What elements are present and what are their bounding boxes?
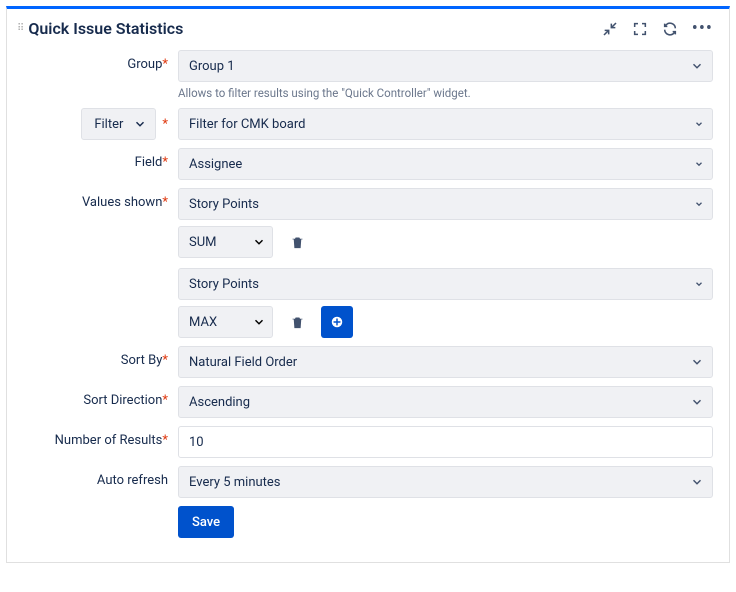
field-select[interactable]: Assignee <box>178 148 713 180</box>
chevron-down-icon <box>133 117 147 131</box>
value-field-select-2[interactable]: Story Points <box>178 268 713 300</box>
header-actions: ••• <box>602 21 713 37</box>
chevron-down-icon <box>252 315 266 329</box>
sort-by-select[interactable]: Natural Field Order <box>178 346 713 378</box>
values-shown-label: Values shown* <box>23 188 178 210</box>
widget-panel: ⠿ Quick Issue Statistics ••• Group* Grou… <box>6 6 730 563</box>
number-of-results-label: Number of Results* <box>23 426 178 448</box>
add-value-button[interactable] <box>321 306 353 338</box>
value-field-select-1[interactable]: Story Points <box>178 188 713 220</box>
drag-handle-icon[interactable]: ⠿ <box>17 27 22 31</box>
group-helper-text: Allows to filter results using the "Quic… <box>178 86 713 100</box>
required-marker: * <box>162 117 168 132</box>
field-label: Field* <box>23 148 178 170</box>
save-button[interactable]: Save <box>178 506 234 538</box>
delete-value-button-1[interactable] <box>281 226 313 258</box>
refresh-icon[interactable] <box>662 21 678 37</box>
sort-by-label: Sort By* <box>23 346 178 368</box>
panel-header: ⠿ Quick Issue Statistics ••• <box>7 9 729 50</box>
more-icon[interactable]: ••• <box>692 24 713 34</box>
sort-direction-label: Sort Direction* <box>23 386 178 408</box>
minimize-icon[interactable] <box>602 21 618 37</box>
panel-title: Quick Issue Statistics <box>28 19 601 38</box>
filter-select[interactable]: Filter for CMK board <box>178 108 713 140</box>
delete-value-button-2[interactable] <box>281 306 313 338</box>
auto-refresh-label: Auto refresh <box>23 466 178 488</box>
config-form: Group* Group 1 Allows to filter results … <box>7 50 729 562</box>
filter-type-button[interactable]: Filter <box>81 108 156 140</box>
sort-direction-select[interactable]: Ascending <box>178 386 713 418</box>
group-label: Group* <box>23 50 178 72</box>
auto-refresh-select[interactable]: Every 5 minutes <box>178 466 713 498</box>
chevron-down-icon <box>252 235 266 249</box>
number-of-results-input[interactable] <box>178 426 713 458</box>
group-select[interactable]: Group 1 <box>178 50 713 82</box>
fullscreen-icon[interactable] <box>632 21 648 37</box>
